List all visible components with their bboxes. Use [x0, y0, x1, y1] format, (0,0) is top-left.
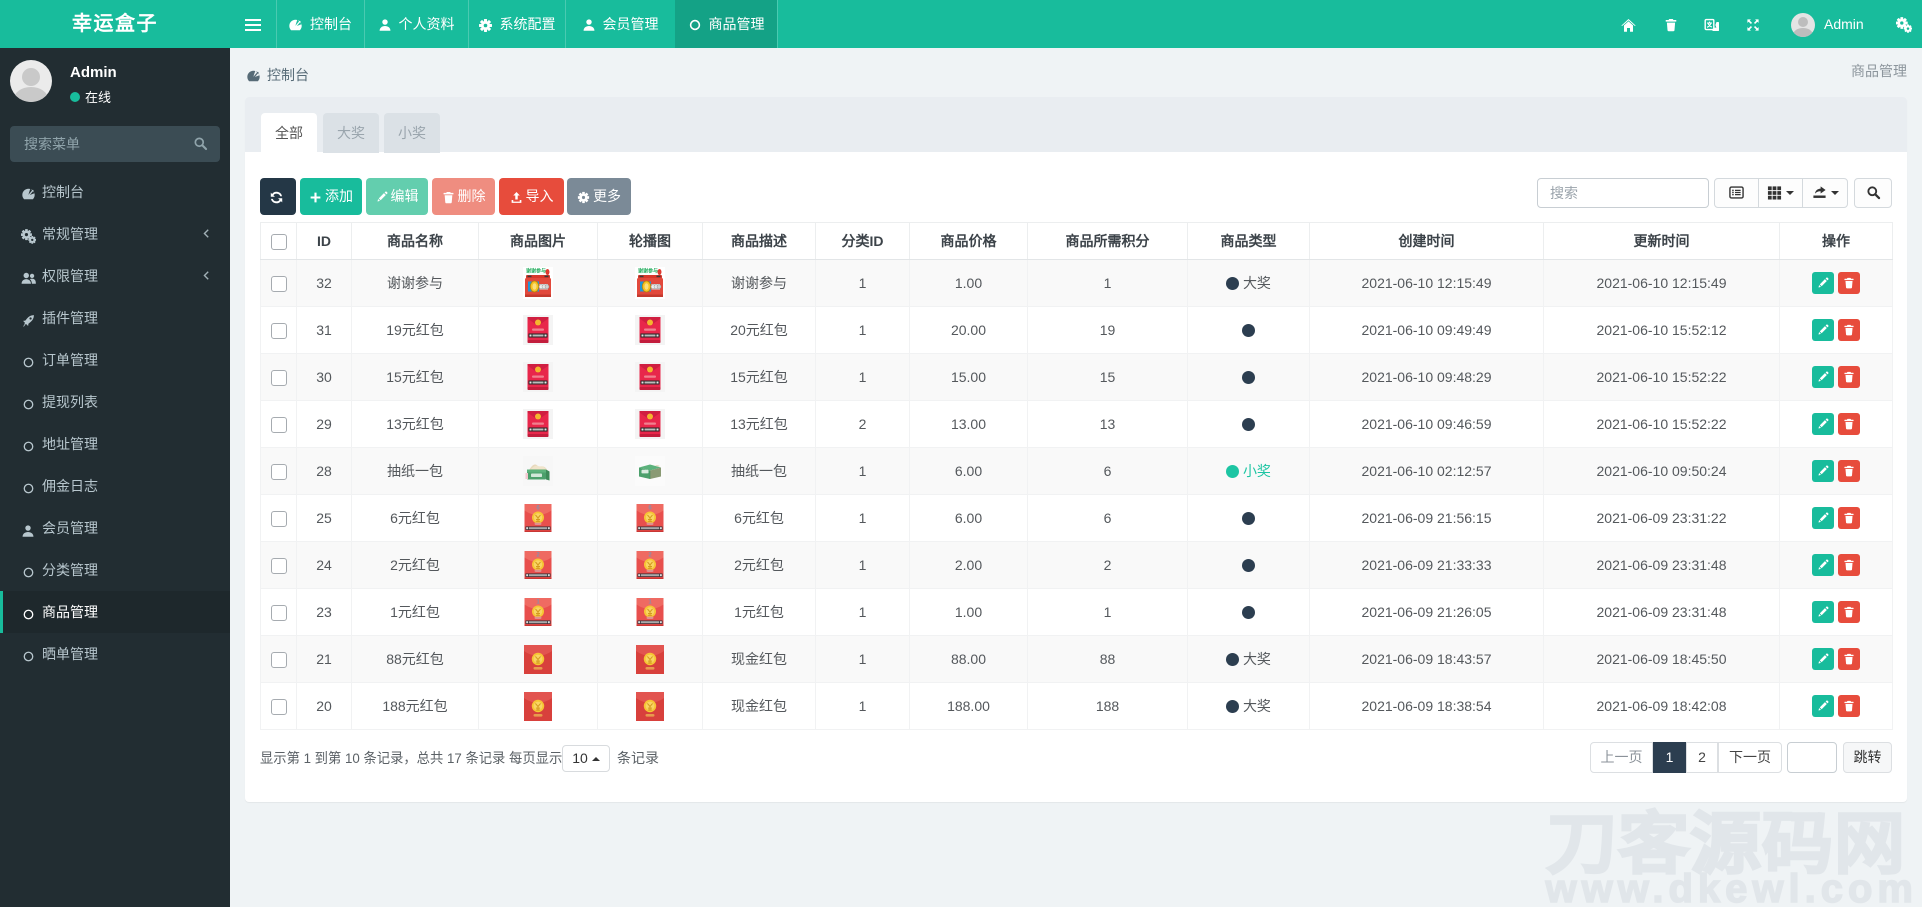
svg-text:谢谢参与: 谢谢参与 — [526, 268, 546, 275]
svg-text:谢谢参与: 谢谢参与 — [638, 268, 658, 275]
